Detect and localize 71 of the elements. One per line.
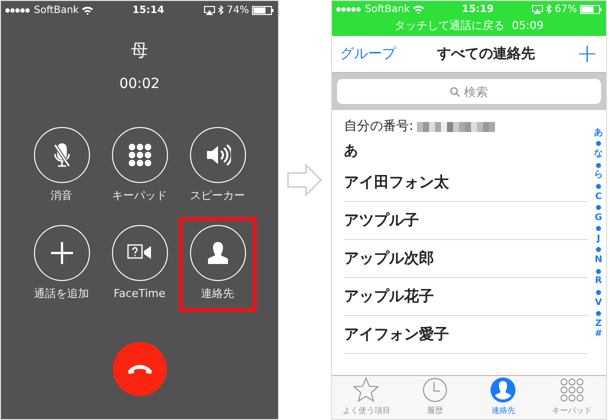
battery-percent: 74% [226, 4, 249, 18]
index-dot [596, 310, 601, 316]
contact-row[interactable]: アイフォン愛子 [344, 316, 588, 354]
index-letter[interactable]: # [594, 329, 602, 340]
call-option-button[interactable]: スピーカー [178, 119, 256, 214]
bluetooth-icon [218, 5, 224, 15]
plus-icon [48, 240, 74, 266]
tab-bar-item[interactable]: 連絡先 [469, 376, 538, 419]
index-dot [596, 268, 601, 274]
call-option-button[interactable]: キーパッド [100, 119, 178, 214]
carrier-name: SoftBank [365, 2, 410, 16]
contact-row[interactable]: アップル次郎 [344, 240, 588, 278]
star-icon [353, 377, 380, 403]
call-option-button[interactable]: 通話を追加 [22, 216, 100, 312]
battery-percent: 67% [554, 2, 577, 16]
battery-icon [252, 6, 274, 14]
tab-bar-item[interactable]: よく使う項目 [332, 376, 400, 419]
index-letter[interactable]: V [595, 298, 602, 308]
add-button[interactable]: + [576, 41, 598, 67]
index-dot [596, 141, 601, 146]
keypad-icon [558, 377, 585, 403]
index-dot [596, 247, 601, 252]
signal-icon [5, 8, 31, 12]
tab-bar-item[interactable]: キーパッド [538, 376, 606, 419]
keypad-icon [126, 142, 152, 168]
call-option-button[interactable]: 連絡先 [178, 216, 256, 312]
index-dot [596, 226, 601, 232]
phone-hangup-icon [126, 363, 152, 375]
index-dot [596, 204, 601, 210]
contact-row[interactable]: アップル花子 [344, 278, 588, 316]
index-letter[interactable]: な [594, 149, 603, 160]
clock-icon [422, 377, 448, 403]
groups-button[interactable]: グループ [340, 44, 396, 64]
caller-name: 母 [131, 43, 148, 60]
index-letter[interactable]: ら [594, 170, 603, 181]
index-dot [596, 290, 601, 295]
screen-title: すべての連絡先 [436, 44, 536, 64]
wifi-icon [82, 6, 93, 14]
bluetooth-icon [546, 4, 552, 14]
tab-bar-item[interactable]: 履歴 [400, 376, 469, 419]
signal-icon [336, 6, 362, 12]
search-field[interactable]: 検索 [337, 79, 601, 104]
call-option-button[interactable]: 消音 [22, 119, 100, 214]
index-letter[interactable]: R [595, 276, 602, 287]
airplay-icon [532, 4, 543, 14]
banner-text: タッチして通話に戻る [394, 19, 504, 32]
arrow-icon [287, 163, 323, 197]
call-duration: 00:02 [119, 77, 160, 91]
index-letter[interactable]: あ [594, 128, 603, 139]
status-time: 15:14 [132, 4, 164, 18]
index-letter[interactable]: N [594, 255, 602, 266]
wifi-icon [412, 4, 424, 14]
status-time: 15:19 [462, 2, 494, 16]
search-icon [450, 86, 460, 96]
carrier-name: SoftBank [34, 4, 79, 18]
index-letter[interactable]: G [594, 212, 602, 224]
airplay-icon [204, 6, 215, 14]
index-dot [596, 184, 601, 189]
index-letter[interactable]: Z [595, 318, 602, 330]
index-dot [596, 162, 601, 168]
contact-row[interactable]: アイ田フォン太 [344, 164, 588, 202]
end-call-button[interactable] [112, 342, 166, 396]
banner-duration: 05:09 [512, 19, 544, 32]
battery-icon [580, 4, 602, 14]
index-letter[interactable]: C [595, 192, 602, 202]
speaker-icon [204, 142, 230, 168]
index-letter[interactable]: J [596, 234, 600, 245]
contact-row[interactable]: アツプル子 [344, 202, 588, 240]
call-option-button[interactable]: FaceTime [100, 216, 178, 312]
section-header: あ [344, 142, 359, 161]
my-number-label: 自分の番号: [344, 118, 414, 136]
